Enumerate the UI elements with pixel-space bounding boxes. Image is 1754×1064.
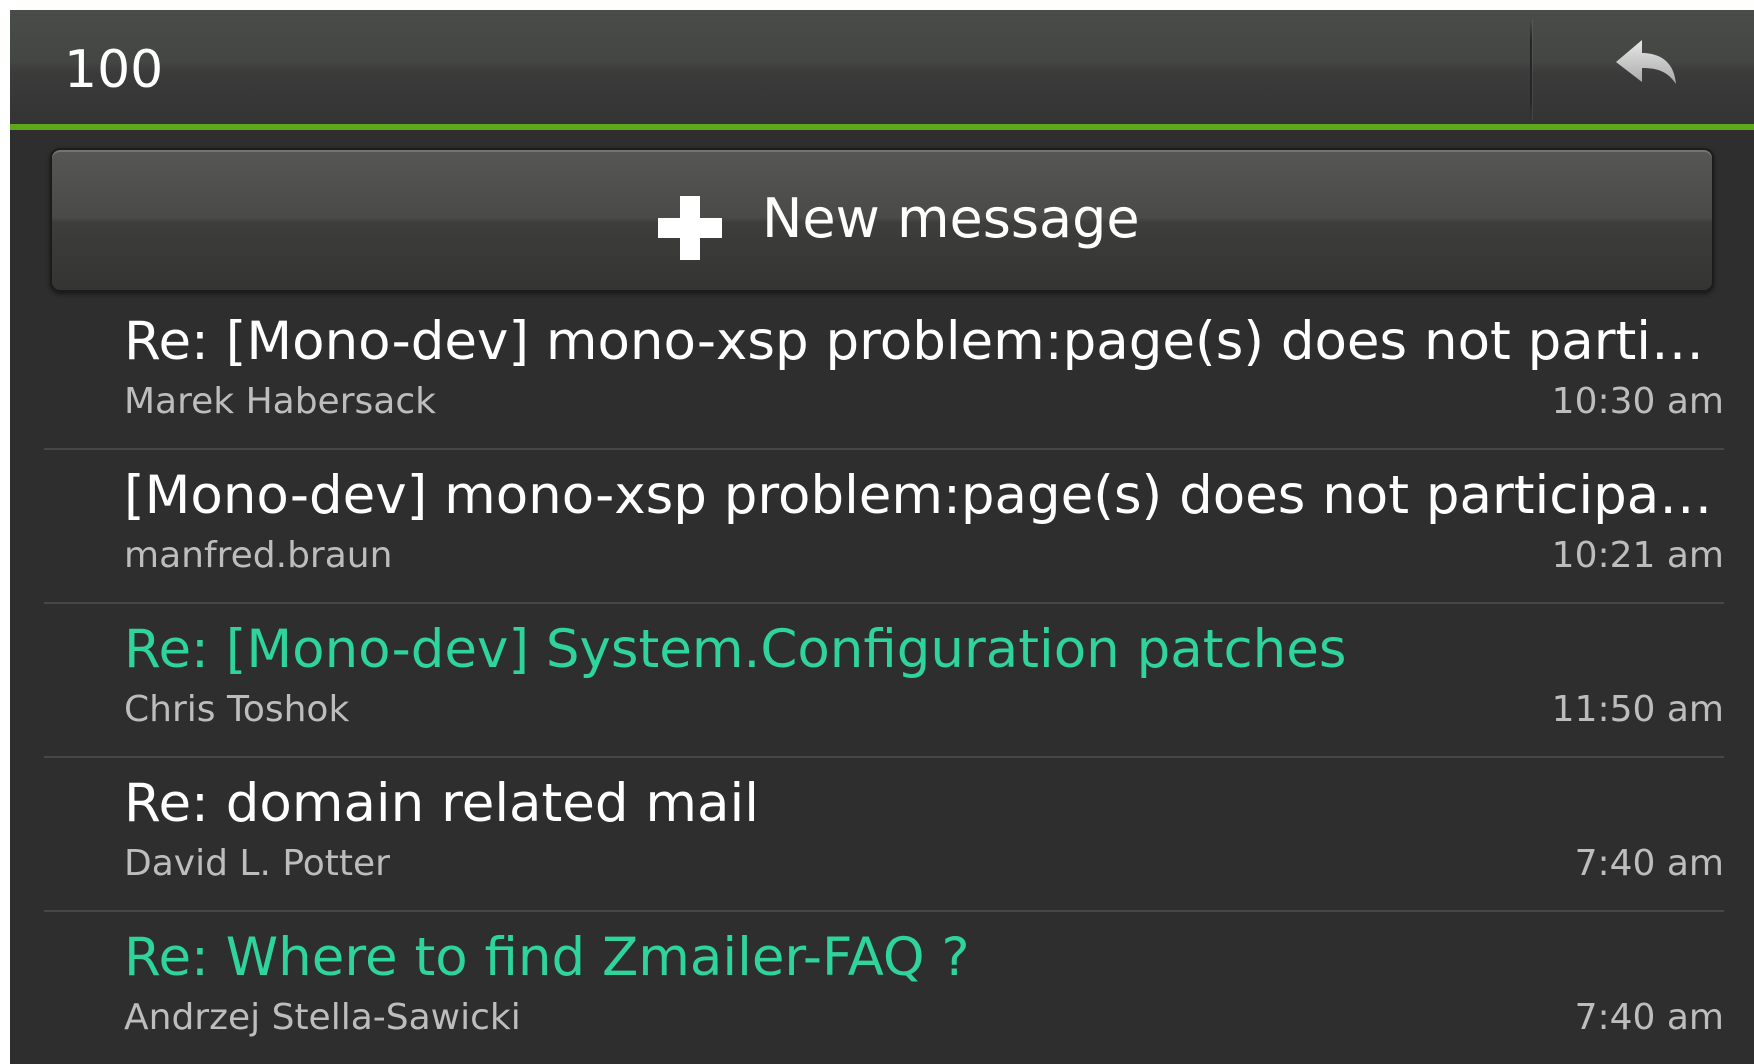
message-sender: Marek Habersack [124, 381, 436, 422]
message-list: Re: [Mono-dev] mono-xsp problem:page(s) … [10, 296, 1754, 1064]
message-time: 7:40 am [1574, 843, 1724, 884]
message-subject: Re: [Mono-dev] System.Configuration patc… [124, 619, 1347, 680]
plus-icon [658, 196, 722, 260]
message-time: 10:30 am [1551, 381, 1724, 422]
message-sender: David L. Potter [124, 843, 390, 884]
message-subject: Re: Where to find Zmailer-FAQ ? [124, 927, 970, 988]
message-row[interactable]: Re: domain related mail David L. Potter … [10, 758, 1754, 912]
message-time: 11:50 am [1551, 689, 1724, 730]
message-time: 10:21 am [1551, 535, 1724, 576]
back-button[interactable] [1532, 10, 1754, 124]
folder-message-count: 100 [64, 40, 164, 100]
reply-arrow-icon [1616, 40, 1676, 84]
message-sender: Chris Toshok [124, 689, 350, 730]
message-subject: [Mono-dev] mono-xsp problem:page(s) does… [124, 465, 1714, 526]
message-row[interactable]: [Mono-dev] mono-xsp problem:page(s) does… [10, 450, 1754, 604]
message-subject: Re: domain related mail [124, 773, 759, 834]
message-sender: manfred.braun [124, 535, 393, 576]
message-row[interactable]: Re: [Mono-dev] mono-xsp problem:page(s) … [10, 296, 1754, 450]
message-time: 7:40 am [1574, 997, 1724, 1038]
message-subject: Re: [Mono-dev] mono-xsp problem:page(s) … [124, 311, 1714, 372]
message-row[interactable]: Re: [Mono-dev] System.Configuration patc… [10, 604, 1754, 758]
new-message-button[interactable]: New message [50, 148, 1714, 292]
message-sender: Andrzej Stella-Sawicki [124, 997, 521, 1038]
header-bar: 100 [10, 10, 1754, 130]
new-message-label: New message [762, 187, 1140, 250]
message-row[interactable]: Re: Where to find Zmailer-FAQ ? Andrzej … [10, 912, 1754, 1064]
email-app-window: 100 New message Re: [Mono-dev] mono-xsp … [10, 10, 1754, 1064]
